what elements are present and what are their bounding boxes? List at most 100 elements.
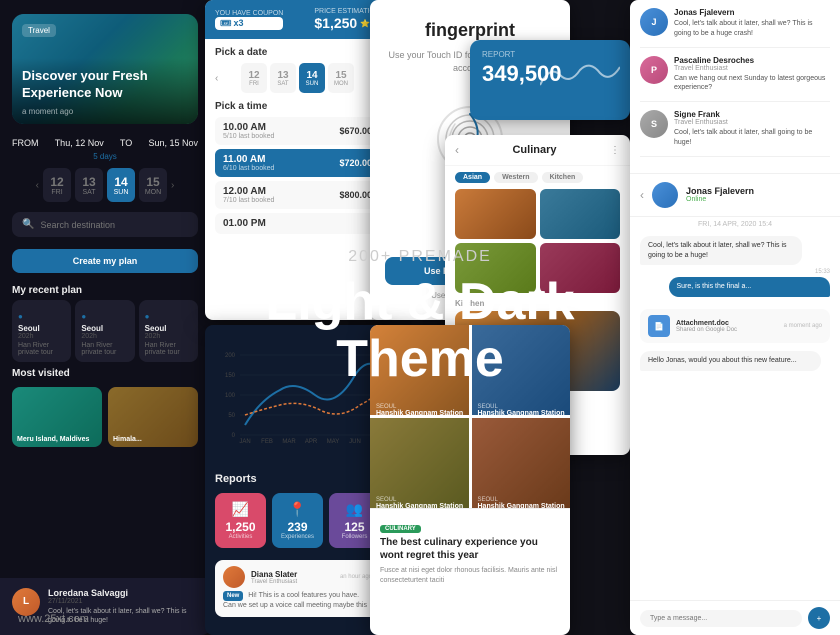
coupon-icon: 🎟 bbox=[220, 18, 231, 29]
mini-date-row: ‹ 12FRI 13SAT 14SUN 15MON › bbox=[215, 63, 380, 93]
attachment-time: a moment ago bbox=[784, 323, 822, 329]
date-chip-1[interactable]: 12FRI bbox=[43, 168, 71, 202]
report-card-activities: 📈 1,250 Activities bbox=[215, 493, 266, 548]
time-slot-3[interactable]: 12.00 AM 7/10 last booked $800.00 bbox=[215, 181, 380, 209]
mini-chip-1[interactable]: 12FRI bbox=[241, 63, 267, 93]
plan-card-1: ● Seoul 202h Han Riverprivate tour bbox=[12, 300, 71, 362]
plan-city-1: Seoul bbox=[18, 324, 65, 333]
food-grid: SEOUL Hanshik Gangnam Station SEOUL Hans… bbox=[370, 325, 570, 508]
search-icon: 🔍 bbox=[22, 219, 34, 230]
culinary-more-icon: ⋮ bbox=[610, 145, 620, 156]
chat-user-name: Jonas Fjalevern bbox=[686, 186, 754, 196]
svg-text:50: 50 bbox=[228, 413, 235, 419]
activities-label: Activities bbox=[221, 534, 260, 540]
chat-back-icon[interactable]: ‹ bbox=[640, 188, 644, 202]
mini-chip-2[interactable]: 13SAT bbox=[270, 63, 296, 93]
tag-asian[interactable]: Asian bbox=[455, 172, 490, 183]
tag-kitchen[interactable]: Kitchen bbox=[542, 172, 584, 183]
right-panel: J Jonas Fjalevern Cool, let's talk about… bbox=[630, 0, 840, 635]
food-card-2: SEOUL Hanshik Gangnam Station bbox=[472, 325, 571, 415]
user-name: Loredana Salvaggi bbox=[48, 588, 198, 598]
food-card-4: SEOUL Hanshik Gangnam Station bbox=[472, 418, 571, 508]
price-icon: ⭐ bbox=[360, 19, 370, 28]
next-arrow-icon[interactable]: › bbox=[171, 180, 174, 191]
time-slot-1[interactable]: 10.00 AM 5/10 last booked $670.00 bbox=[215, 117, 380, 145]
chat-bubble-3: Hello Jonas, would you about this new fe… bbox=[640, 351, 821, 371]
food-cards-panel: SEOUL Hanshik Gangnam Station SEOUL Hans… bbox=[370, 325, 570, 635]
search-input[interactable] bbox=[40, 220, 188, 230]
attachment-name: Attachment.doc bbox=[676, 320, 737, 327]
new-badge: New bbox=[223, 591, 243, 601]
culinary-back-icon[interactable]: ‹ bbox=[455, 143, 459, 157]
mini-chip-3[interactable]: 14SUN bbox=[299, 63, 325, 93]
experiences-value: 239 bbox=[278, 520, 317, 534]
cul-item-1 bbox=[455, 189, 536, 239]
chat-send-button[interactable]: + bbox=[808, 607, 830, 629]
culinary-title: Culinary bbox=[512, 144, 556, 156]
create-plan-button[interactable]: Create my plan bbox=[12, 249, 198, 273]
social-content-1: Jonas Fjalevern Cool, let's talk about i… bbox=[674, 8, 830, 39]
left-travel-panel: Travel Discover your Fresh Experience No… bbox=[0, 0, 210, 635]
date-picker[interactable]: ‹ 12FRI 13SAT 14SUN 15MON › bbox=[0, 164, 210, 206]
social-content-2: Pascaline Desroches Travel Enthusiast Ca… bbox=[674, 56, 830, 94]
diana-time: an hour ago bbox=[340, 574, 372, 580]
mini-chip-4[interactable]: 15MON bbox=[328, 63, 354, 93]
mini-prev-icon[interactable]: ‹ bbox=[215, 73, 218, 84]
svg-text:APR: APR bbox=[305, 439, 318, 445]
price-value: $1,250 bbox=[314, 15, 357, 31]
plan-desc-1: Han Riverprivate tour bbox=[18, 342, 65, 356]
booking-header: YOU HAVE COUPON 🎟 x3 PRICE ESTIMATION $1… bbox=[205, 0, 390, 39]
user-avatar: L bbox=[12, 588, 40, 616]
days-badge: 5 days bbox=[0, 152, 210, 164]
plan-row: ● Seoul 202h Han Riverprivate tour ● Seo… bbox=[0, 300, 210, 362]
chat-input[interactable] bbox=[640, 610, 802, 627]
svg-text:0: 0 bbox=[232, 433, 236, 439]
visited-label-2: Himala... bbox=[113, 436, 142, 443]
article-title: The best culinary experience you wont re… bbox=[380, 536, 560, 562]
date-from-val: Thu, 12 Nov bbox=[55, 138, 104, 148]
plan-city-3: Seoul bbox=[145, 324, 192, 333]
chat-time-1: 15:33 bbox=[640, 269, 830, 275]
social-msg-2: Can we hang out next Sunday to latest go… bbox=[674, 74, 830, 94]
svg-text:150: 150 bbox=[225, 373, 236, 379]
user-bar: L Loredana Salvaggi 27/11/2021 Cool, let… bbox=[0, 578, 210, 635]
activities-value: 1,250 bbox=[221, 520, 260, 534]
prev-arrow-icon[interactable]: ‹ bbox=[36, 180, 39, 191]
diana-header: Diana Slater Travel Enthusiast an hour a… bbox=[223, 566, 372, 588]
time-slot-4[interactable]: 01.00 PM bbox=[215, 213, 380, 234]
coupon-badge: 🎟 x3 bbox=[215, 17, 283, 30]
date-chip-3[interactable]: 14SUN bbox=[107, 168, 135, 202]
plan-card-3: ● Seoul 202h Han Riverprivate tour bbox=[139, 300, 198, 362]
plan-city-2: Seoul bbox=[81, 324, 128, 333]
reports-section: Reports 📈 1,250 Activities 📍 239 Experie… bbox=[205, 465, 390, 556]
time-slot-2[interactable]: 11.00 AM 6/10 last booked $720.00 bbox=[215, 149, 380, 177]
food-city-4: Hanshik Gangnam Station bbox=[478, 503, 565, 508]
chart-area: 200 150 100 50 0 JAN FEB MAR APR MAY JUN bbox=[205, 325, 390, 465]
date-to-val: Sun, 15 Nov bbox=[148, 138, 198, 148]
date-section: Pick a date ‹ 12FRI 13SAT 14SUN 15MON › bbox=[215, 47, 380, 93]
bottom-message-area: Hello Jonas, would you about this new fe… bbox=[630, 347, 840, 379]
svg-text:100: 100 bbox=[225, 393, 236, 399]
chart-panel: 200 150 100 50 0 JAN FEB MAR APR MAY JUN… bbox=[205, 325, 390, 635]
social-feed: J Jonas Fjalevern Cool, let's talk about… bbox=[630, 0, 840, 173]
experiences-label: Experiences bbox=[278, 534, 317, 540]
mini-dates: 12FRI 13SAT 14SUN 15MON bbox=[241, 63, 354, 93]
svg-text:200: 200 bbox=[225, 353, 236, 359]
report-card-experiences: 📍 239 Experiences bbox=[272, 493, 323, 548]
stats-panel: REPORT 349,500 bbox=[470, 40, 630, 120]
food-card-1: SEOUL Hanshik Gangnam Station bbox=[370, 325, 469, 415]
tag-western[interactable]: Western bbox=[494, 172, 538, 183]
date-to-label: TO bbox=[120, 138, 132, 148]
report-cards: 📈 1,250 Activities 📍 239 Experiences 👥 1… bbox=[215, 493, 380, 548]
cul-item-3 bbox=[455, 243, 536, 293]
chat-bubble-2: Sure, is this the final a... bbox=[669, 277, 831, 297]
food-city-2: Hanshik Gangnam Station bbox=[478, 410, 565, 415]
culinary-grid bbox=[445, 189, 630, 293]
social-role-2: Travel Enthusiast bbox=[674, 65, 830, 72]
svg-text:JUN: JUN bbox=[349, 439, 361, 445]
date-chip-2[interactable]: 13SAT bbox=[75, 168, 103, 202]
date-chip-4[interactable]: 15MON bbox=[139, 168, 167, 202]
attachment-sub: Shared on Google Doc bbox=[676, 327, 737, 333]
plan-duration-1: 202h bbox=[18, 333, 65, 340]
location-icon-3: ● bbox=[145, 312, 150, 321]
